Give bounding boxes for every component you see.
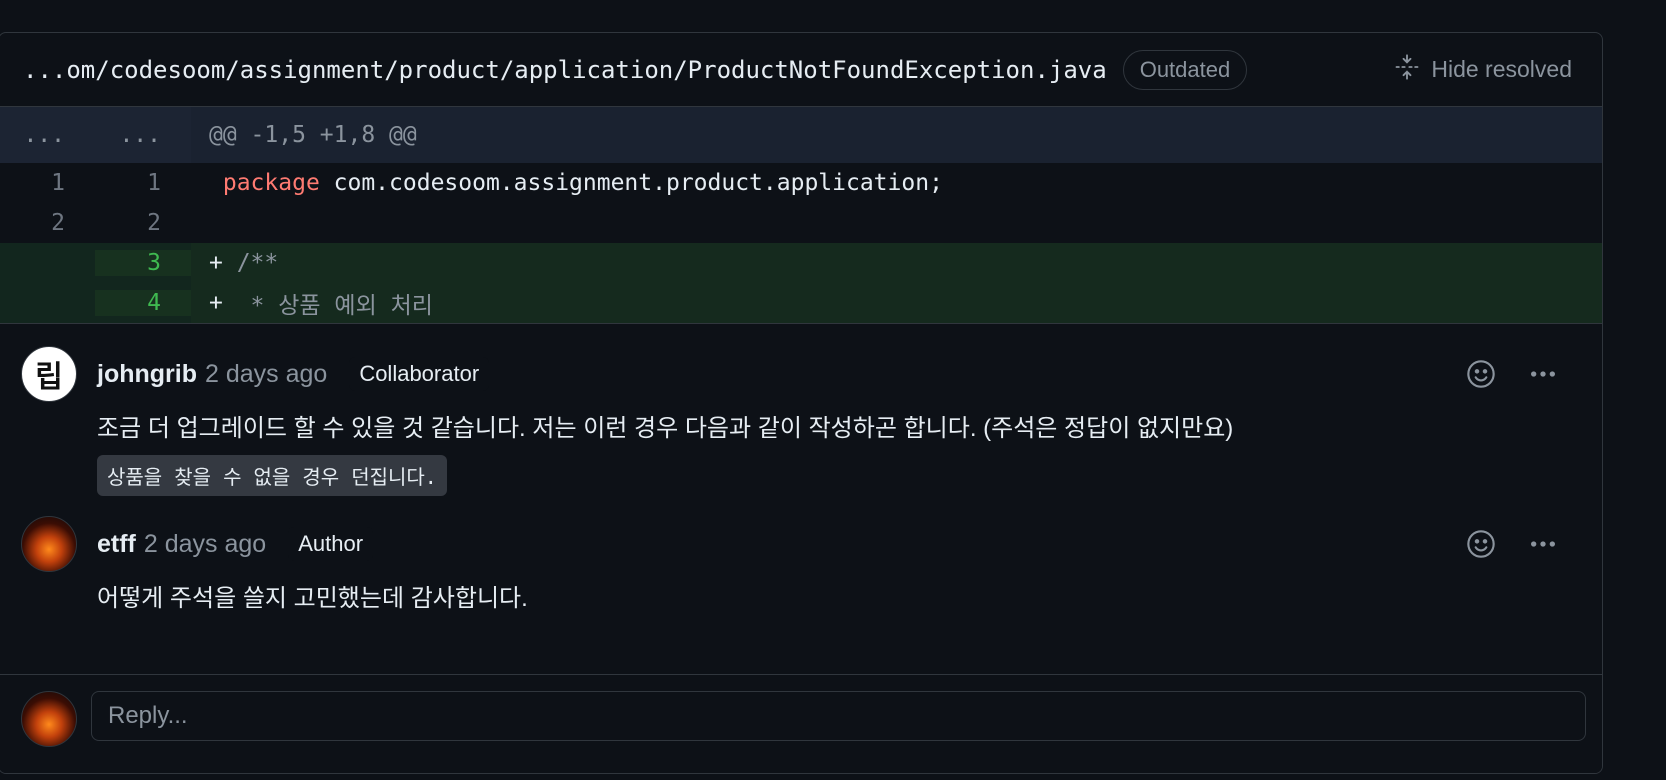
code-text: com.codesoom.assignment.product.applicat… — [319, 170, 943, 196]
comment-timestamp[interactable]: 2 days ago — [205, 360, 327, 389]
avatar[interactable]: 립 — [21, 346, 77, 402]
avatar[interactable] — [21, 691, 77, 747]
outdated-badge: Outdated — [1122, 49, 1248, 90]
review-thread-panel: ...om/codesoom/assignment/product/applic… — [0, 32, 1603, 774]
reply-placeholder: Reply... — [108, 702, 188, 729]
new-line-number[interactable]: 1 — [95, 170, 191, 196]
smiley-icon[interactable] — [1462, 525, 1500, 563]
comment-header: johngrib 2 days ago Collaborator — [97, 346, 1562, 402]
diff-prefix: + — [209, 250, 223, 276]
review-comment: etff 2 days ago Author 어떻게 주석을 쓸지 고민했는데 … — [0, 516, 1602, 636]
avatar-initial: 립 — [35, 361, 63, 394]
old-line-number[interactable]: ... — [0, 107, 95, 163]
new-line-number[interactable]: ... — [95, 107, 191, 163]
new-line-number[interactable]: 2 — [95, 210, 191, 236]
diff-line: 2 2 — [0, 203, 1602, 243]
comment-author[interactable]: etff — [97, 530, 136, 559]
role-badge: Collaborator — [349, 357, 490, 391]
code-keyword: package — [222, 170, 320, 196]
comment-actions — [1462, 346, 1562, 402]
kebab-horizontal-icon[interactable] — [1524, 355, 1562, 393]
comment-body: 어떻게 주석을 쓸지 고민했는데 감사합니다. — [97, 585, 528, 612]
hunk-header: ... ... @@ -1,5 +1,8 @@ — [0, 107, 1602, 163]
avatar[interactable] — [21, 516, 77, 572]
new-line-number[interactable]: 3 — [95, 250, 191, 276]
smiley-icon[interactable] — [1462, 355, 1500, 393]
code-text: * 상품 예외 처리 — [222, 293, 433, 319]
fold-icon — [1393, 53, 1421, 87]
comment-body: 조금 더 업그레이드 할 수 있을 것 같습니다. 저는 이런 경우 다음과 같… — [97, 415, 1234, 442]
reply-input[interactable]: Reply... — [91, 691, 1586, 741]
file-header: ...om/codesoom/assignment/product/applic… — [0, 33, 1602, 107]
diff-prefix — [209, 210, 223, 236]
hide-resolved-button[interactable]: Hide resolved — [1393, 53, 1572, 87]
diff-line: 1 1 package com.codesoom.assignment.prod… — [0, 163, 1602, 203]
reply-area: Reply... — [0, 674, 1602, 773]
comment-list: 립 johngrib 2 days ago Collaborator 조금 더 … — [0, 324, 1602, 636]
code-line: package com.codesoom.assignment.product.… — [191, 170, 1602, 196]
comment-author[interactable]: johngrib — [97, 360, 197, 389]
comment-header: etff 2 days ago Author — [97, 516, 1562, 572]
diff-table: ... ... @@ -1,5 +1,8 @@ 1 1 package com.… — [0, 107, 1602, 324]
hide-resolved-label: Hide resolved — [1431, 56, 1572, 82]
role-badge: Author — [288, 527, 374, 561]
diff-line-added: 4 + * 상품 예외 처리 — [0, 283, 1602, 323]
old-line-number[interactable]: 1 — [0, 170, 95, 196]
new-line-number[interactable]: 4 — [95, 290, 191, 316]
hunk-text: @@ -1,5 +1,8 @@ — [191, 107, 1602, 163]
code-line — [191, 210, 1602, 236]
diff-line-added: 3 + /** — [0, 243, 1602, 283]
code-line: + /** — [191, 243, 1602, 283]
kebab-horizontal-icon[interactable] — [1524, 525, 1562, 563]
diff-prefix: + — [209, 290, 223, 316]
comment-timestamp[interactable]: 2 days ago — [144, 530, 266, 559]
diff-prefix — [209, 170, 223, 196]
code-text: /** — [222, 250, 279, 276]
comment-actions — [1462, 516, 1562, 572]
code-line: + * 상품 예외 처리 — [191, 283, 1602, 323]
file-path[interactable]: ...om/codesoom/assignment/product/applic… — [23, 56, 1107, 84]
review-comment: 립 johngrib 2 days ago Collaborator 조금 더 … — [0, 346, 1602, 516]
old-line-number[interactable]: 2 — [0, 210, 95, 236]
inline-code: 상품을 찾을 수 없을 경우 던집니다. — [97, 455, 447, 496]
